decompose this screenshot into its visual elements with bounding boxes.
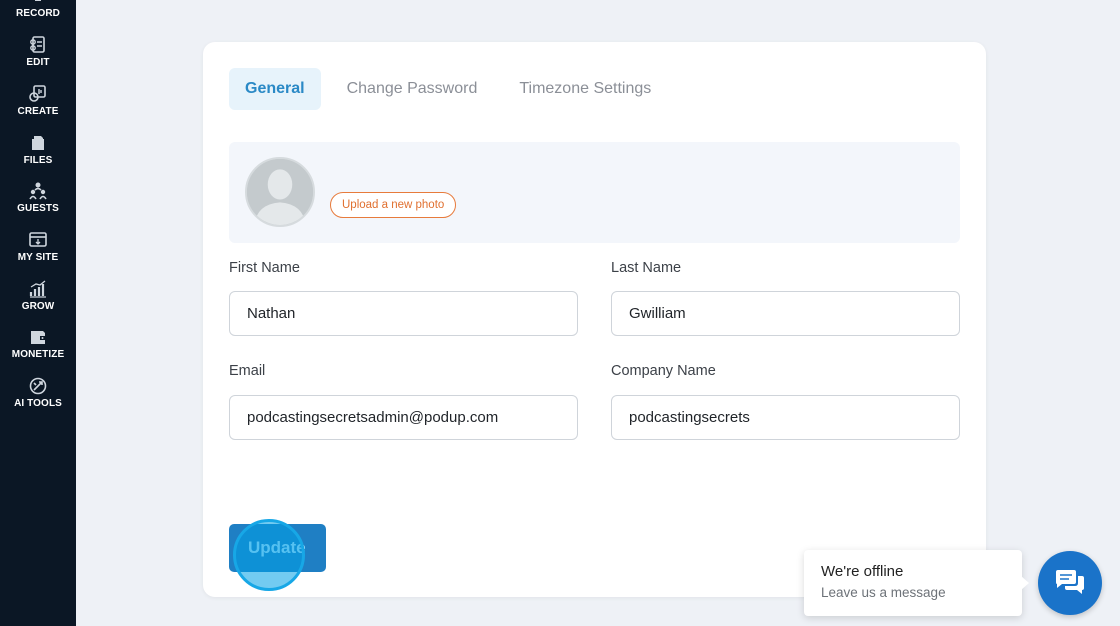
update-button[interactable]: Update	[229, 524, 326, 572]
sidebar-item-create[interactable]: CREATE	[0, 84, 76, 130]
sidebar: RECORD EDIT CREATE FILES GUESTS MY SITE …	[0, 0, 76, 626]
profile-settings-card: General Change Password Timezone Setting…	[203, 42, 986, 597]
sidebar-item-label: AI TOOLS	[14, 398, 62, 409]
chat-title: We're offline	[821, 563, 904, 580]
sidebar-item-label: FILES	[23, 155, 53, 166]
ai-tools-icon	[29, 377, 47, 395]
sidebar-item-label: GUESTS	[17, 203, 59, 214]
first-name-field[interactable]	[229, 291, 578, 336]
sidebar-item-my-site[interactable]: MY SITE	[0, 230, 76, 276]
sidebar-item-label: CREATE	[17, 106, 59, 117]
first-name-label: First Name	[229, 260, 300, 276]
photo-panel: Upload a new photo	[229, 142, 960, 243]
sidebar-item-label: GROW	[21, 301, 55, 312]
sidebar-item-monetize[interactable]: MONETIZE	[0, 327, 76, 373]
edit-icon	[30, 36, 45, 53]
sidebar-item-files[interactable]: FILES	[0, 133, 76, 179]
files-icon	[32, 136, 44, 150]
tab-change-password[interactable]: Change Password	[331, 68, 494, 110]
sidebar-item-label: EDIT	[26, 57, 50, 68]
my-site-icon	[29, 232, 47, 247]
sidebar-item-label: MONETIZE	[11, 349, 65, 360]
monetize-icon	[31, 331, 46, 344]
sidebar-item-label: MY SITE	[17, 252, 59, 263]
chat-offline-bubble[interactable]: We're offline Leave us a message	[804, 550, 1029, 616]
sidebar-item-guests[interactable]: GUESTS	[0, 181, 76, 227]
sidebar-item-label: RECORD	[16, 8, 60, 19]
sidebar-item-edit[interactable]: EDIT	[0, 35, 76, 81]
settings-tabs: General Change Password Timezone Setting…	[229, 68, 667, 110]
grow-icon	[29, 280, 46, 298]
company-name-label: Company Name	[611, 363, 716, 379]
tab-general[interactable]: General	[229, 68, 321, 110]
guests-icon	[29, 182, 47, 200]
upload-photo-button[interactable]: Upload a new photo	[330, 192, 457, 218]
sidebar-item-grow[interactable]: GROW	[0, 279, 76, 325]
sidebar-item-ai-tools[interactable]: AI TOOLS	[0, 376, 76, 422]
email-label: Email	[229, 363, 266, 379]
create-icon	[29, 85, 46, 102]
avatar	[245, 157, 315, 227]
chat-icon	[1056, 570, 1084, 594]
company-name-field[interactable]	[611, 395, 960, 440]
user-silhouette-icon	[247, 159, 313, 225]
email-field[interactable]	[229, 395, 578, 440]
chat-subtitle: Leave us a message	[821, 585, 946, 600]
chat-launcher-button[interactable]	[1038, 551, 1102, 615]
last-name-label: Last Name	[611, 260, 682, 276]
record-icon	[35, 0, 41, 1]
tab-timezone-settings[interactable]: Timezone Settings	[503, 68, 667, 110]
last-name-field[interactable]	[611, 291, 960, 336]
